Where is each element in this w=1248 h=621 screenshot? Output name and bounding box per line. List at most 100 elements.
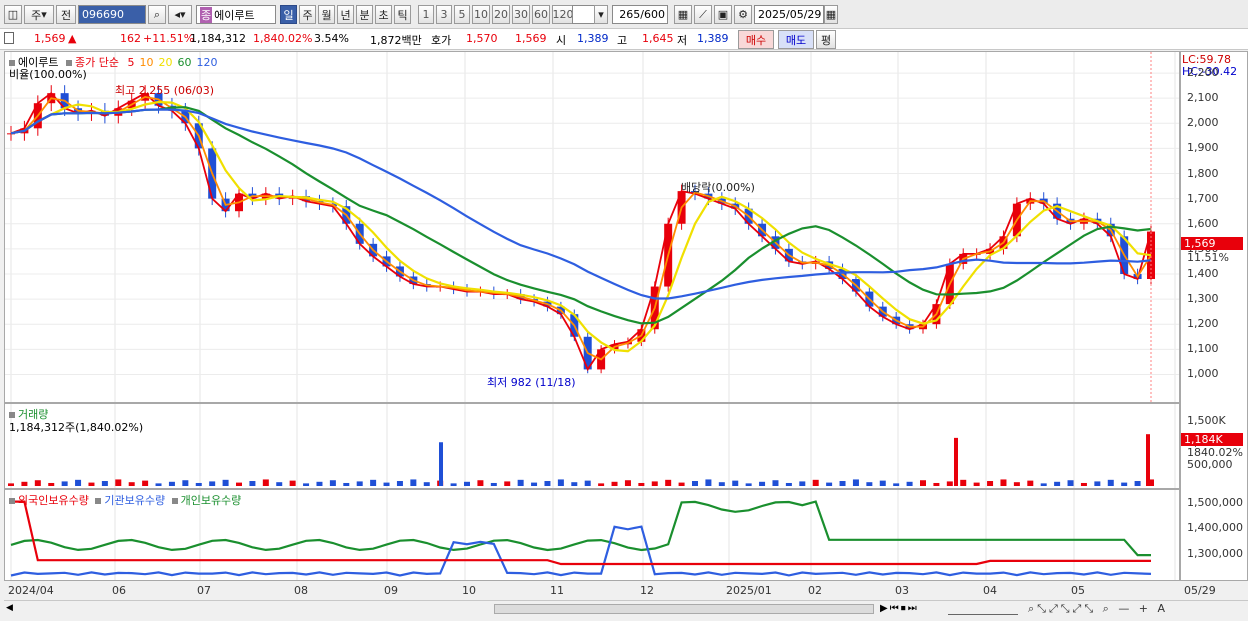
volume-bar bbox=[946, 481, 953, 486]
ma-line-20 bbox=[10, 100, 1152, 353]
interval-tab[interactable]: 60 bbox=[532, 5, 550, 24]
volume-bar bbox=[732, 480, 739, 486]
zoom-slider[interactable] bbox=[948, 603, 1018, 615]
holding-tick: 1,400,000 bbox=[1187, 521, 1243, 535]
volume-bar bbox=[933, 482, 940, 486]
x-tick: 04 bbox=[983, 584, 997, 597]
low-annotation: 최저 982 (11/18) bbox=[487, 376, 576, 389]
period-tab[interactable]: 초 bbox=[375, 5, 392, 24]
trade-amount: 1,872백만 bbox=[370, 34, 422, 47]
scroll-bar[interactable]: ◀ ▶⏮⏹⏭ ⌕⤡⤢⤡⤢⤡ ⌕ — + A bbox=[4, 600, 1248, 618]
high-label: 고 bbox=[617, 34, 628, 47]
period-tab[interactable]: 년 bbox=[337, 5, 354, 24]
playback-controls[interactable]: ▶⏮⏹⏭ bbox=[880, 603, 919, 614]
high-price: 1,645 bbox=[642, 32, 674, 45]
volume-bar bbox=[168, 481, 175, 486]
eval-button[interactable]: 평 bbox=[816, 30, 836, 49]
sound-icon[interactable]: ◂▾ bbox=[168, 5, 192, 24]
interval-dropdown-icon[interactable]: ▾ bbox=[594, 5, 608, 24]
volume-bar bbox=[799, 481, 806, 486]
volume-bar bbox=[1094, 481, 1101, 486]
volume-bar bbox=[598, 483, 605, 486]
interval-tab[interactable]: 120 bbox=[552, 5, 574, 24]
chart-type-icon[interactable]: ▦ bbox=[674, 5, 692, 24]
holding-pane[interactable]: 외국인보유수량 기관보유수량 개인보유수량 bbox=[4, 489, 1180, 581]
checkbox[interactable] bbox=[4, 32, 14, 44]
x-axis: 2024/04 06 07 08 09 10 11 12 2025/01 02 03 04 05 05/2… bbox=[4, 582, 1248, 598]
volume-pane[interactable]: 거래량 1,184,312주(1,840.02%) bbox=[4, 403, 1180, 489]
period-tab[interactable]: 분 bbox=[356, 5, 373, 24]
gear-icon[interactable]: ⚙ bbox=[734, 5, 752, 24]
x-tick: 12 bbox=[640, 584, 654, 597]
volume-bar bbox=[745, 483, 752, 486]
scroll-thumb[interactable] bbox=[494, 604, 874, 614]
period-tab[interactable]: 월 bbox=[318, 5, 335, 24]
volume-bar bbox=[8, 483, 14, 486]
ma-period-20: 20 bbox=[158, 56, 173, 69]
ask-price: 1,570 bbox=[466, 32, 498, 45]
count-total: /600 bbox=[640, 8, 665, 21]
period-tab[interactable]: 틱 bbox=[394, 5, 411, 24]
price-pane[interactable]: 에이루트 종가 단순 5 10 20 60 120 비율(100.00%) 최고 2,2… bbox=[4, 51, 1180, 403]
volume-bar bbox=[477, 480, 484, 486]
count-field[interactable]: 265/600 bbox=[612, 5, 668, 24]
legend-institution: 기관보유수량 bbox=[104, 494, 166, 507]
interval-tab[interactable]: 1 bbox=[418, 5, 434, 24]
prev-button[interactable]: 전 bbox=[56, 5, 76, 24]
volume-bar bbox=[1134, 481, 1141, 486]
volume-bar bbox=[303, 483, 310, 486]
sell-button[interactable]: 매도 bbox=[778, 30, 814, 49]
mode-select[interactable]: 주 ▾ bbox=[24, 5, 54, 24]
change-percent: +11.51% bbox=[143, 32, 195, 45]
volume-tag: 1,184K bbox=[1181, 433, 1243, 446]
period-tab[interactable]: 주 bbox=[299, 5, 316, 24]
scroll-left-icon[interactable]: ◀ bbox=[6, 603, 16, 615]
buy-button[interactable]: 매수 bbox=[738, 30, 774, 49]
interval-tab[interactable]: 20 bbox=[492, 5, 510, 24]
volume-bar bbox=[705, 479, 712, 486]
volume-bar bbox=[1121, 482, 1128, 486]
volume-bar bbox=[450, 483, 457, 486]
change-arrow: ▲ bbox=[68, 32, 77, 45]
volume-bar bbox=[718, 482, 725, 486]
volume-bar bbox=[195, 482, 202, 486]
code-input[interactable]: 096690 bbox=[78, 5, 146, 24]
change-value: 162 bbox=[120, 32, 141, 45]
interval-tab[interactable]: 5 bbox=[454, 5, 470, 24]
price-tag: 1,569 bbox=[1181, 237, 1243, 250]
interval-tab[interactable]: 3 bbox=[436, 5, 452, 24]
volume-tag-percent: 1840.02% bbox=[1187, 446, 1243, 459]
volume-bar bbox=[115, 479, 122, 486]
volume-bar bbox=[490, 482, 497, 486]
calendar-icon[interactable]: ▦ bbox=[824, 5, 838, 24]
price-tick: 2,200 bbox=[1187, 66, 1219, 80]
layout-icon[interactable]: ◫ bbox=[4, 5, 22, 24]
interval-tab[interactable]: 30 bbox=[512, 5, 530, 24]
x-tick: 05/29 bbox=[1184, 584, 1216, 597]
volume-bar bbox=[1040, 483, 1047, 486]
x-tick: 07 bbox=[197, 584, 211, 597]
volume-bar bbox=[410, 479, 417, 486]
save-icon[interactable]: ▣ bbox=[714, 5, 732, 24]
volume-bar bbox=[34, 480, 41, 486]
period-tab[interactable]: 일 bbox=[280, 5, 297, 24]
count-value: 265 bbox=[619, 8, 641, 21]
date-input[interactable]: 2025/05/29 bbox=[754, 5, 824, 24]
volume-spike bbox=[1146, 434, 1150, 486]
x-tick: 09 bbox=[384, 584, 398, 597]
volume-bar bbox=[61, 481, 68, 486]
stock-name-field[interactable]: 종 에이루트 bbox=[196, 5, 276, 24]
holding-line bbox=[10, 525, 1152, 577]
volume-bar bbox=[651, 481, 658, 486]
volume-bar bbox=[665, 479, 672, 486]
volume-value: 1,184,312 bbox=[190, 32, 246, 45]
volume-bar bbox=[879, 480, 886, 486]
draw-icon[interactable]: ⟋ bbox=[694, 5, 712, 24]
search-icon[interactable]: ⌕ bbox=[148, 5, 166, 24]
volume-tick: 500,000 bbox=[1187, 458, 1233, 472]
interval-tab[interactable]: 10 bbox=[472, 5, 490, 24]
volume-bar bbox=[1067, 480, 1074, 486]
volume-bar bbox=[1054, 481, 1061, 486]
stock-prefix: 종 bbox=[200, 6, 213, 23]
tool-icons[interactable]: ⌕⤡⤢⤡⤢⤡ ⌕ — + A bbox=[1028, 602, 1168, 616]
